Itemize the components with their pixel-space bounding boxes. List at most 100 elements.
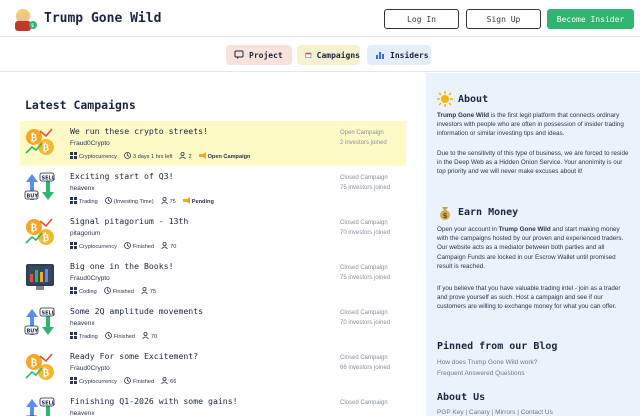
calendar-icon [305,52,312,58]
users-icon [161,377,170,386]
clock-icon [124,242,133,251]
campaign-author[interactable]: Fraud0Crypto [70,140,110,147]
about-paragraph-2: Due to the sensitivity of this type of b… [437,150,629,176]
campaign-author[interactable]: Fraud0Crypto [70,365,110,372]
chat-bubble-icon [234,50,244,59]
about-paragraph-1: Trump Gone Wild is the first legit platf… [437,111,632,139]
tab-insiders-label: Insiders [390,50,429,60]
campaign-meta: Trading (Investing Time) 75 Pending [70,197,214,206]
campaign-status: Closed Campaign [340,310,388,316]
campaign-time: Finished [132,378,155,385]
latest-campaigns-title: Latest Campaigns [25,98,136,112]
campaign-status: Closed Campaign [340,175,388,181]
campaign-row[interactable]: SELL BUY Some 2Q amplitude movements heaven… [20,301,406,346]
clock-icon [103,287,113,296]
about-us-links[interactable]: PGP Key | Canary | Mirrors | Contact Us [437,409,553,416]
svg-text:SELL: SELL [42,310,56,316]
campaign-investor-count: 70 [170,243,177,250]
campaign-row[interactable]: ₿ ₿ We run these crypto streets! Fraud0Cryp… [20,121,406,166]
status-tag-icon [182,197,192,206]
campaign-time: (Investing Time) [113,198,154,205]
campaign-title[interactable]: Big one in the Books! [70,261,174,271]
campaign-joined: 70 investors joined [340,230,391,236]
campaign-author[interactable]: heavenx [70,410,95,416]
campaign-meta: Trading Finished 70 [70,332,164,341]
blog-link-faq[interactable]: Frequent Answered Questions [437,370,524,377]
campaign-joined: 2 investors joined [340,140,387,146]
campaign-category: Coding [79,288,97,295]
campaign-title[interactable]: Signal pitagorium - 13th [70,216,188,226]
crypto-coins-icon: ₿ ₿ [24,350,56,384]
earn-brand-bold: Trump Gone Wild [498,226,551,233]
campaign-status: Closed Campaign [340,400,388,406]
tab-campaigns[interactable]: Campaigns [297,45,360,65]
campaign-title[interactable]: Finishing Q1-2026 with some gains! [70,396,238,406]
svg-text:₿: ₿ [31,132,38,144]
about-title: About [458,93,489,105]
campaign-investor-count: 75 [169,198,176,205]
campaign-title[interactable]: Ready For some Excitement? [70,351,198,361]
campaign-time: Finished [113,333,135,340]
campaign-status: Closed Campaign [340,220,388,226]
status-tag-icon [198,152,208,161]
campaign-joined: 70 investors joined [340,320,391,326]
users-icon [161,242,170,251]
tab-project[interactable]: Project [226,45,292,65]
tab-insiders[interactable]: Insiders [367,45,431,65]
users-icon [160,197,170,206]
become-insider-button[interactable]: Become Insider [547,9,634,29]
sidebar: About Trump Gone Wild is the first legit… [426,73,640,416]
users-icon [141,287,150,296]
campaign-row[interactable]: ₿ ₿ Signal pitagorium - 13th pitagorium Cryp… [20,211,406,256]
campaign-author[interactable]: pitagorium [70,230,100,237]
login-button[interactable]: Log In [384,9,459,29]
clock-icon [104,197,114,206]
category-icon [70,287,79,296]
earn-title: Earn Money [458,206,519,218]
campaign-category: Cryptocurrency [79,153,117,160]
campaign-author[interactable]: Fraud0Crypto [70,275,110,282]
campaign-title[interactable]: We run these crypto streets! [70,126,208,136]
about-us-heading: About Us [437,392,485,403]
campaign-title[interactable]: Some 2Q amplitude movements [70,306,203,316]
campaign-joined: 66 investors joined [340,365,391,371]
crypto-coins-icon: ₿ ₿ [24,215,56,249]
campaign-meta: Cryptocurrency Finished 70 [70,242,183,251]
svg-text:₿: ₿ [43,142,50,154]
blog-link-how-it-works[interactable]: How does Trump Gone Wild work? [437,359,537,366]
trump-logo-icon[interactable]: $ [12,7,38,31]
earn-paragraph-1: Open your account in Trump Gone Wild and… [437,225,632,271]
campaign-investor-count: 2 [188,153,192,160]
users-icon [179,152,188,161]
campaign-row[interactable]: ₿ ₿ Ready For some Excitement? Fraud0Crypto… [20,346,406,391]
sun-gear-icon [437,91,453,107]
campaign-row[interactable]: SELL BUY Exciting start of Q3! heavenx Tradi… [20,166,406,211]
svg-text:₿: ₿ [31,222,38,234]
campaign-status: Closed Campaign [340,265,388,271]
crypto-coins-icon: ₿ ₿ [24,125,56,159]
campaign-category: Cryptocurrency [79,378,117,385]
category-icon [70,332,79,341]
campaign-author[interactable]: heavenx [70,320,95,327]
category-icon [70,152,79,161]
clock-icon [124,377,133,386]
blog-heading: Pinned from our Blog [437,341,557,352]
svg-text:SELL: SELL [42,175,56,181]
campaign-title[interactable]: Exciting start of Q3! [70,171,174,181]
about-brand-bold: Trump Gone Wild [437,112,490,119]
signup-button[interactable]: Sign Up [466,9,541,29]
campaign-row[interactable]: Big one in the Books! Fraud0Crypto Coding F… [20,256,406,301]
campaign-investor-count: 70 [150,333,158,340]
campaign-joined: 75 investors joined [340,185,391,191]
svg-text:₿: ₿ [31,357,38,369]
earn-paragraph-2: If you believe that you have valuable tr… [437,285,621,311]
campaign-author[interactable]: heavenx [70,185,95,192]
brand-name[interactable]: Trump Gone Wild [44,11,161,26]
campaign-category: Cryptocurrency [79,243,117,250]
campaign-row[interactable]: SELLBUY Finishing Q1-2026 with some gains… [20,391,406,416]
campaign-time: Finished [132,243,155,250]
svg-text:SELL: SELL [42,400,56,406]
buy-sell-icon: SELL BUY [24,305,56,339]
campaign-category: Trading [79,198,98,205]
campaign-meta: Cryptocurrency 3 days 1 hrs left 2 Open Cam… [70,152,250,161]
